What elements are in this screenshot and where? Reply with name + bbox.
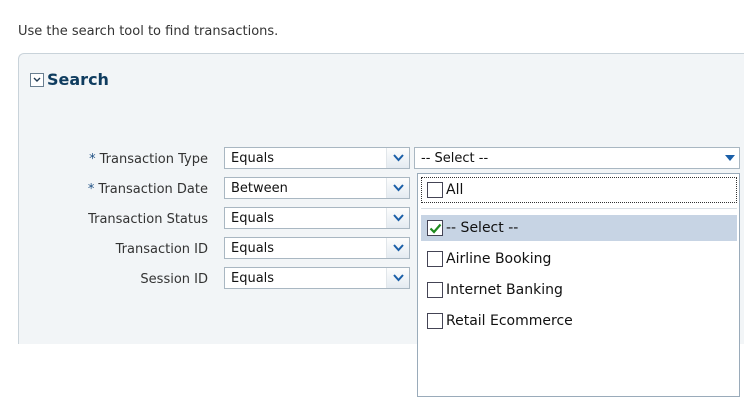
option-airline-booking[interactable]: Airline Booking bbox=[421, 246, 737, 272]
panel-title: Search bbox=[47, 70, 109, 89]
dropdown-arrow-icon[interactable] bbox=[721, 148, 739, 168]
field-label: * Transaction Date bbox=[87, 181, 208, 197]
field-label: Transaction ID bbox=[115, 241, 208, 257]
option-select[interactable]: -- Select -- bbox=[421, 215, 737, 241]
intro-text: Use the search tool to find transactions… bbox=[18, 24, 279, 39]
checkbox-icon[interactable] bbox=[427, 182, 443, 198]
operator-select-session-id[interactable]: Equals bbox=[224, 267, 410, 289]
checkbox-icon[interactable] bbox=[427, 313, 443, 329]
chevron-down-icon[interactable] bbox=[386, 238, 409, 258]
panel-header[interactable]: Search bbox=[30, 70, 109, 89]
operator-select-transaction-type[interactable]: Equals bbox=[224, 147, 410, 169]
field-label: * Transaction Type bbox=[89, 151, 208, 167]
field-row-transaction-status: Transaction Status bbox=[19, 207, 208, 231]
operator-select-transaction-status[interactable]: Equals bbox=[224, 207, 410, 229]
field-row-transaction-type: * Transaction Type bbox=[19, 147, 208, 171]
chevron-down-icon[interactable] bbox=[386, 268, 409, 288]
field-row-session-id: Session ID bbox=[19, 267, 208, 291]
checkmark-icon[interactable] bbox=[427, 220, 443, 236]
transaction-type-dropdown-list: All -- Select -- Airline Booking Interne… bbox=[417, 173, 740, 397]
chevron-down-icon[interactable] bbox=[386, 178, 409, 198]
option-all[interactable]: All bbox=[421, 177, 737, 203]
field-row-transaction-date: * Transaction Date bbox=[19, 177, 208, 201]
transaction-type-value-select[interactable]: -- Select -- bbox=[414, 147, 740, 169]
checkbox-icon[interactable] bbox=[427, 282, 443, 298]
field-row-transaction-id: Transaction ID bbox=[19, 237, 208, 261]
chevron-down-icon[interactable] bbox=[386, 208, 409, 228]
option-retail-ecommerce[interactable]: Retail Ecommerce bbox=[421, 308, 737, 334]
field-label: Transaction Status bbox=[88, 211, 208, 227]
operator-select-transaction-date[interactable]: Between bbox=[224, 177, 410, 199]
required-indicator: * bbox=[89, 151, 96, 167]
search-panel: Search * Transaction Type Equals * Transac… bbox=[18, 53, 744, 397]
chevron-down-icon[interactable] bbox=[30, 72, 44, 87]
divider bbox=[421, 208, 737, 209]
chevron-down-icon[interactable] bbox=[386, 148, 409, 168]
required-indicator: * bbox=[87, 181, 95, 197]
option-internet-banking[interactable]: Internet Banking bbox=[421, 277, 737, 303]
field-label: Session ID bbox=[140, 271, 208, 287]
checkbox-icon[interactable] bbox=[427, 251, 443, 267]
operator-select-transaction-id[interactable]: Equals bbox=[224, 237, 410, 259]
